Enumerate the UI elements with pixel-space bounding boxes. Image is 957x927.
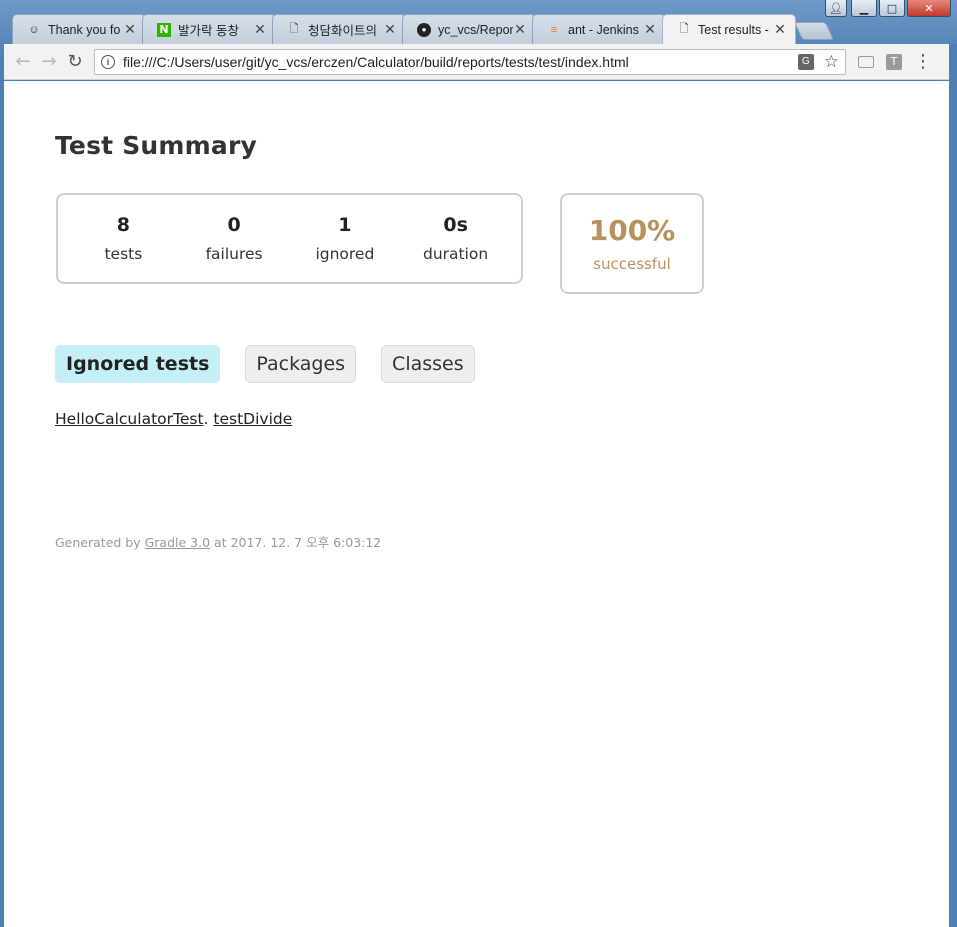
tab-close-icon[interactable]: ✕ [383,21,397,38]
browser-tab[interactable]: 🗋 청담화이트의 ✕ [272,14,406,44]
counter-label: ignored [315,245,375,263]
extensions-area: T ⋮ [858,51,932,72]
window-controls: 👤︎ ▁ □ ✕ [825,0,951,17]
extension-t-icon[interactable]: T [886,53,902,70]
address-bar[interactable]: i file:///C:/Users/user/git/yc_vcs/ercze… [94,48,846,75]
minimize-button[interactable]: ▁ [851,0,877,17]
page-viewport: Test Summary 8 tests 0 failures 1 ignore… [4,81,949,927]
stackoverflow-icon: ≡ [550,23,558,36]
counter-label: tests [104,245,143,263]
new-tab-button[interactable] [793,22,835,40]
footer-prefix: Generated by [55,535,141,550]
tab-close-icon[interactable]: ✕ [643,21,657,38]
method-link[interactable]: testDivide [213,410,292,428]
duration-counter: 0s duration [406,214,506,263]
page-title: Test Summary [55,131,258,160]
gradle-link[interactable]: Gradle 3.0 [145,535,210,550]
browser-tab[interactable]: ● yc_vcs/Repor ✕ [402,14,536,44]
tab-title: Thank you fo [48,22,121,37]
browser-tab[interactable]: ☺ Thank you fo ✕ [12,14,146,44]
tab-title: ant - Jenkins [568,22,639,37]
bookmark-star-icon[interactable]: ☆ [824,52,839,72]
forward-arrow-icon[interactable]: → [36,49,62,75]
tab-close-icon[interactable]: ✕ [513,21,527,38]
tab-title: Test results - [698,22,769,37]
success-label: successful [593,255,671,273]
counter-label: duration [423,245,489,263]
naver-icon: N [157,22,171,37]
counter-value: 1 [338,214,352,236]
tests-counter: 8 tests [73,214,173,263]
jenkins-icon: ☺ [28,23,40,36]
footer-timestamp: at 2017. 12. 7 오후 6:03:12 [214,535,382,550]
counter-label: failures [205,245,263,263]
tab-title: 발가락 동창 [178,24,239,38]
browser-tab[interactable]: N 발가락 동창 ✕ [142,14,276,44]
tab-close-icon[interactable]: ✕ [253,21,267,38]
menu-kebab-icon[interactable]: ⋮ [914,51,932,72]
counter-value: 0 [227,214,241,236]
browser-window: 👤︎ ▁ □ ✕ ☺ Thank you fo ✕ N 발가락 동창 ✕ 🗋 청… [0,0,957,927]
failures-counter: 0 failures [184,214,284,263]
browser-toolbar: ← → ↻ i file:///C:/Users/user/git/yc_vcs… [4,44,949,80]
class-link[interactable]: HelloCalculatorTest [55,410,204,428]
counter-value: 0s [443,214,468,236]
page-icon: 🗋 [289,23,299,35]
separator: . [203,410,209,428]
tab-close-icon[interactable]: ✕ [123,21,137,38]
cast-icon[interactable] [858,55,874,68]
tab-classes[interactable]: Classes [381,345,475,383]
tab-ignored-tests[interactable]: Ignored tests [55,345,221,383]
success-percent: 100% [588,214,676,247]
ignored-test-entry: HelloCalculatorTest. testDivide [55,410,292,428]
counter-value: 8 [116,214,130,236]
report-tabs: Ignored tests Packages Classes [55,345,475,383]
url-text[interactable]: file:///C:/Users/user/git/yc_vcs/erczen/… [123,54,798,70]
browser-tab[interactable]: ≡ ant - Jenkins ✕ [532,14,666,44]
maximize-button[interactable]: □ [879,0,905,17]
tab-title: 청담화이트의 [308,24,378,38]
success-rate-box: 100% successful [560,193,704,294]
github-icon: ● [417,22,431,37]
reload-icon[interactable]: ↻ [62,49,88,75]
translate-icon[interactable]: G [797,53,814,70]
tab-strip: ☺ Thank you fo ✕ N 발가락 동창 ✕ 🗋 청담화이트의 ✕ ●… [12,14,835,44]
window-border [949,44,957,927]
back-arrow-icon[interactable]: ← [10,49,36,75]
ignored-counter: 1 ignored [295,214,395,263]
info-icon[interactable]: i [101,54,115,69]
page-icon: 🗋 [679,23,689,35]
report-footer: Generated by Gradle 3.0 at 2017. 12. 7 오… [55,532,381,551]
tab-title: yc_vcs/Repor [438,22,513,37]
tab-close-icon[interactable]: ✕ [773,21,787,38]
summary-counters: 8 tests 0 failures 1 ignored 0s duration [56,193,523,284]
tab-packages[interactable]: Packages [245,345,357,383]
close-window-button[interactable]: ✕ [907,0,951,17]
browser-tab-active[interactable]: 🗋 Test results - ✕ [662,14,796,44]
